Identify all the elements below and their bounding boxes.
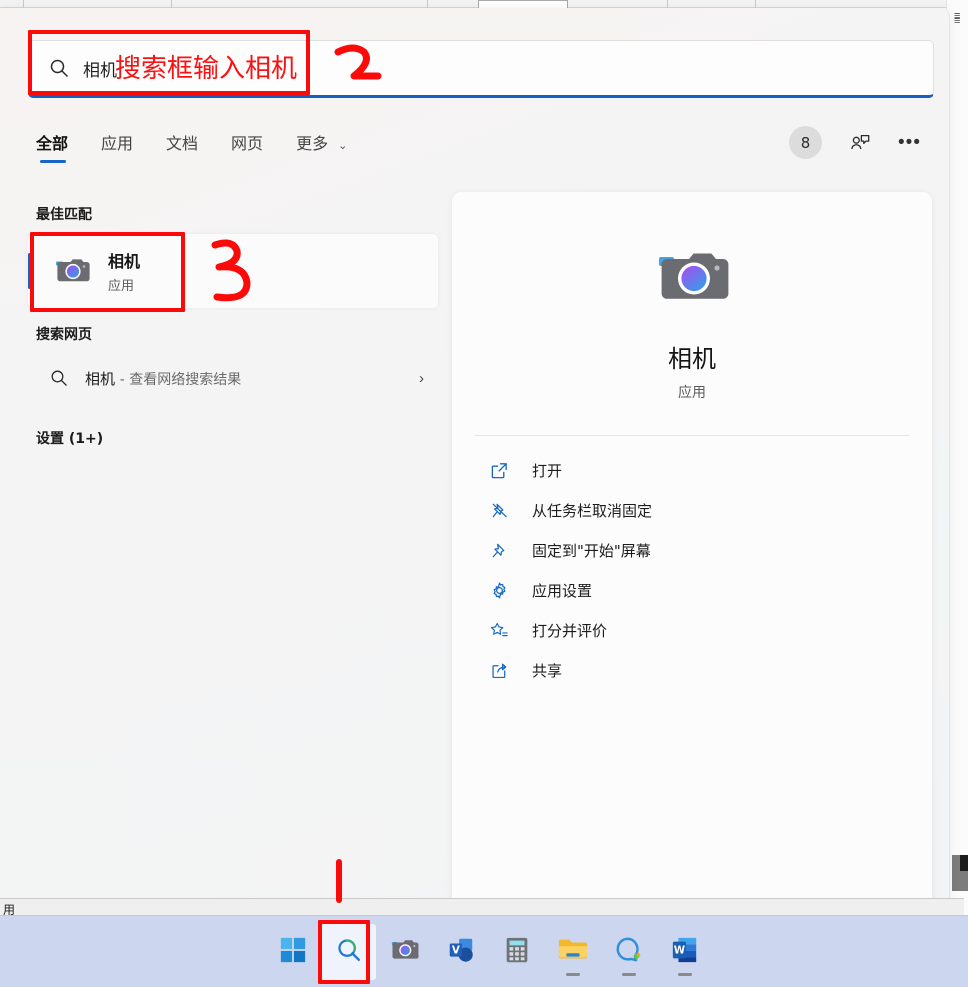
web-search-heading: 搜索网页	[36, 327, 92, 343]
taskbar-file-explorer[interactable]	[546, 924, 600, 980]
action-unpin-taskbar[interactable]: 从任务栏取消固定	[452, 490, 932, 530]
web-search-item-label: 相机 - 查看网络搜索结果	[85, 368, 241, 389]
word-icon: W	[671, 935, 699, 970]
running-indicator	[622, 973, 636, 976]
person-feedback-icon[interactable]	[848, 131, 872, 155]
tab-apps[interactable]: 应用	[101, 130, 133, 163]
taskbar-chat-app[interactable]	[602, 924, 656, 980]
annotation-step-2	[332, 42, 386, 99]
pin-icon	[488, 539, 510, 561]
app-actions-list: 打开 从任务栏取消固定 固定到"开始"屏幕 应用设置 打分并评价 共享	[452, 450, 932, 690]
tab-more[interactable]: 更多 ⌄	[296, 130, 347, 163]
tab-web-label: 网页	[231, 134, 264, 153]
taskbar: V W	[0, 915, 968, 987]
background-window-black-block	[960, 855, 968, 871]
svg-text:V: V	[452, 944, 460, 956]
taskbar-start-button[interactable]	[266, 924, 320, 980]
search-icon	[50, 369, 68, 387]
annotation-searchbox-note: 搜索框输入相机	[115, 54, 298, 84]
visio-icon: V	[446, 935, 476, 970]
more-options-button[interactable]: •••	[898, 133, 921, 152]
web-search-item[interactable]: 相机 - 查看网络搜索结果 ›	[28, 354, 438, 402]
chat-icon	[614, 935, 644, 970]
screen: ≡ ≡ 相机 全部 应用 文档 网页 更多 ⌄ 8 ••• 最佳匹配 相机 应用…	[0, 0, 968, 987]
results-list: 最佳匹配 相机 应用 搜索网页 相机 - 查看网络搜索结果 › 设置 (1+)	[0, 188, 450, 458]
tab-all[interactable]: 全部	[36, 130, 68, 163]
background-window-menu-icon: ≡ ≡	[954, 10, 961, 27]
folder-icon	[557, 935, 589, 970]
action-open[interactable]: 打开	[452, 450, 932, 490]
detail-app-title: 相机	[668, 345, 716, 373]
web-search-suffix: - 查看网络搜索结果	[119, 371, 242, 388]
running-indicator	[678, 973, 692, 976]
action-app-settings-label: 应用设置	[532, 581, 593, 600]
web-search-query: 相机	[85, 369, 116, 388]
annotation-box-taskbar-search	[318, 920, 370, 984]
background-window-statusbar	[0, 898, 964, 915]
annotation-step-1	[330, 858, 350, 911]
filter-tabs: 全部 应用 文档 网页 更多 ⌄	[36, 130, 380, 163]
svg-text:W: W	[674, 944, 685, 956]
tab-documents-label: 文档	[166, 134, 199, 153]
taskbar-camera-app[interactable]	[378, 924, 432, 980]
divider	[474, 435, 910, 436]
share-icon	[488, 659, 510, 681]
taskbar-visio-app[interactable]: V	[434, 924, 488, 980]
action-rate-review[interactable]: 打分并评价	[452, 610, 932, 650]
avatar[interactable]: 8	[789, 126, 823, 159]
windows-logo-icon	[279, 936, 307, 969]
search-header-actions: 8 •••	[789, 126, 921, 159]
detail-app-subtitle: 应用	[678, 385, 706, 401]
tab-web[interactable]: 网页	[231, 130, 263, 163]
app-detail-panel: 相机 应用 打开 从任务栏取消固定 固定到"开始"屏幕 应用设置 打分并评价 共…	[452, 192, 932, 917]
camera-icon	[389, 934, 421, 971]
unpin-icon	[488, 499, 510, 521]
action-share[interactable]: 共享	[452, 650, 932, 690]
camera-app-icon	[651, 237, 733, 319]
action-unpin-taskbar-label: 从任务栏取消固定	[532, 501, 653, 520]
running-indicator	[566, 973, 580, 976]
calculator-icon	[502, 935, 532, 970]
search-flyout-panel: 相机 全部 应用 文档 网页 更多 ⌄ 8 ••• 最佳匹配 相机 应用 搜索网…	[0, 8, 950, 917]
action-app-settings[interactable]: 应用设置	[452, 570, 932, 610]
annotation-box-best-match	[30, 232, 185, 312]
chevron-right-icon: ›	[419, 369, 424, 387]
annotation-step-3	[205, 235, 261, 320]
action-share-label: 共享	[532, 661, 563, 680]
open-external-icon	[488, 459, 510, 481]
tab-all-label: 全部	[36, 134, 69, 153]
action-rate-review-label: 打分并评价	[532, 621, 608, 640]
rate-star-icon	[488, 619, 510, 641]
best-match-heading: 最佳匹配	[36, 207, 92, 223]
gear-icon	[488, 579, 510, 601]
taskbar-calculator-app[interactable]	[490, 924, 544, 980]
avatar-label: 8	[800, 133, 811, 152]
taskbar-word-app[interactable]: W	[658, 924, 712, 980]
tab-more-label: 更多	[296, 134, 329, 153]
chevron-down-icon: ⌄	[338, 139, 348, 152]
action-pin-start-label: 固定到"开始"屏幕	[532, 541, 651, 560]
action-pin-start[interactable]: 固定到"开始"屏幕	[452, 530, 932, 570]
tab-apps-label: 应用	[101, 134, 134, 153]
settings-heading: 设置 (1+)	[36, 431, 104, 447]
tab-documents[interactable]: 文档	[166, 130, 198, 163]
action-open-label: 打开	[532, 461, 563, 480]
